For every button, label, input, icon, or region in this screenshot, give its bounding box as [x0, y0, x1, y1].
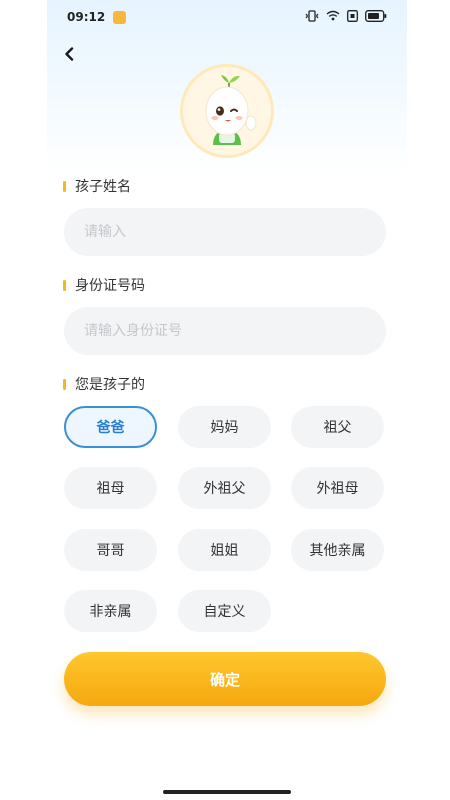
- relation-option-grandfather[interactable]: 祖父: [291, 406, 384, 448]
- notification-app-icon: [113, 10, 127, 24]
- registration-screen: 09:12 孩子姓名 请输入 身份证号码 请输入身份证号 您是孩子的 爸爸 妈妈…: [47, 0, 407, 800]
- wifi-icon: [326, 10, 340, 24]
- relation-option-grandmother[interactable]: 祖母: [64, 467, 157, 509]
- id-number-label: 身份证号码: [63, 275, 145, 295]
- back-button[interactable]: [59, 44, 79, 64]
- vibrate-icon: [305, 9, 319, 25]
- relation-option-brother[interactable]: 哥哥: [64, 529, 157, 571]
- sim-icon: [347, 9, 358, 25]
- relation-option-non-relative[interactable]: 非亲属: [64, 590, 157, 632]
- child-name-input[interactable]: [64, 208, 386, 256]
- battery-icon: [365, 9, 387, 25]
- mascot-avatar[interactable]: [180, 64, 274, 158]
- relation-option-custom[interactable]: 自定义: [178, 590, 271, 632]
- relation-option-mom[interactable]: 妈妈: [178, 406, 271, 448]
- status-time: 09:12: [67, 10, 106, 24]
- child-name-label: 孩子姓名: [63, 176, 131, 196]
- relation-option-sister[interactable]: 姐姐: [178, 529, 271, 571]
- home-indicator[interactable]: [163, 790, 291, 794]
- relation-label: 您是孩子的: [63, 374, 145, 394]
- status-bar: 09:12: [47, 0, 407, 34]
- id-number-label-text: 身份证号码: [75, 278, 145, 294]
- label-accent-bar: [63, 279, 66, 291]
- label-accent-bar: [63, 378, 66, 390]
- relation-option-maternal-grandmother[interactable]: 外祖母: [291, 467, 384, 509]
- chevron-left-icon: [65, 47, 74, 61]
- child-name-label-text: 孩子姓名: [75, 179, 131, 195]
- label-accent-bar: [63, 180, 66, 192]
- relation-option-other-relative[interactable]: 其他亲属: [291, 529, 384, 571]
- relation-option-dad[interactable]: 爸爸: [64, 406, 157, 448]
- id-number-input[interactable]: [64, 307, 386, 355]
- relation-option-maternal-grandfather[interactable]: 外祖父: [178, 467, 271, 509]
- relation-label-text: 您是孩子的: [75, 377, 145, 393]
- mascot-icon: [183, 67, 271, 155]
- confirm-button[interactable]: 确定: [64, 652, 386, 706]
